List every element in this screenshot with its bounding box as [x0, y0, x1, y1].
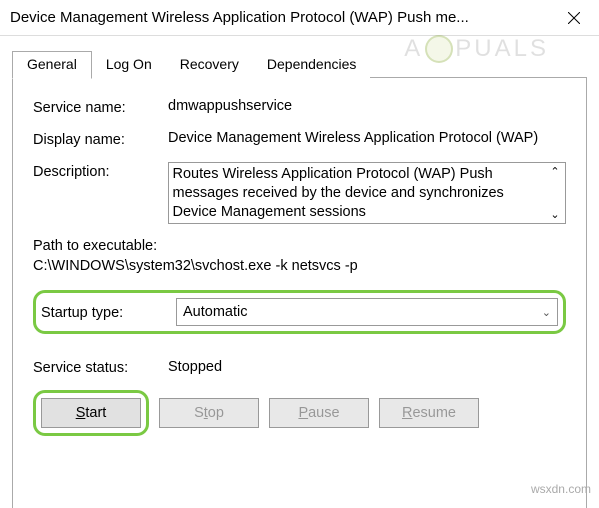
path-label: Path to executable:	[33, 238, 566, 254]
chevron-down-icon: ⌄	[542, 306, 551, 319]
scroll-down-icon[interactable]: ⌄	[547, 208, 563, 221]
tab-general[interactable]: General	[12, 51, 92, 79]
service-button-row: Start Stop Pause Resume	[33, 390, 566, 436]
tab-content-general: Service name: dmwappushservice Display n…	[12, 78, 587, 508]
service-status-label: Service status:	[33, 358, 168, 376]
tab-log-on[interactable]: Log On	[92, 51, 166, 78]
description-text: Routes Wireless Application Protocol (WA…	[169, 163, 546, 223]
startup-type-select[interactable]: Automatic ⌄	[176, 298, 558, 326]
service-status-value: Stopped	[168, 359, 566, 375]
display-name-value: Device Management Wireless Application P…	[168, 130, 566, 146]
service-name-label: Service name:	[33, 98, 168, 116]
row-description: Description: Routes Wireless Application…	[33, 162, 566, 224]
window-title: Device Management Wireless Application P…	[10, 9, 549, 26]
startup-type-value: Automatic	[183, 304, 247, 320]
start-button[interactable]: Start	[41, 398, 141, 428]
path-value: C:\WINDOWS\system32\svchost.exe -k netsv…	[33, 258, 566, 274]
startup-type-label: Startup type:	[41, 303, 176, 321]
close-icon	[568, 12, 580, 24]
row-path: Path to executable: C:\WINDOWS\system32\…	[33, 238, 566, 274]
row-display-name: Display name: Device Management Wireless…	[33, 130, 566, 148]
description-scrollbar[interactable]: ⌃ ⌄	[545, 163, 565, 223]
scroll-up-icon[interactable]: ⌃	[547, 165, 563, 178]
pause-button: Pause	[269, 398, 369, 428]
tab-row: General Log On Recovery Dependencies	[12, 48, 587, 78]
start-button-highlight: Start	[33, 390, 149, 436]
display-name-label: Display name:	[33, 130, 168, 148]
row-service-name: Service name: dmwappushservice	[33, 98, 566, 116]
close-button[interactable]	[549, 0, 599, 36]
stop-button: Stop	[159, 398, 259, 428]
tab-dependencies[interactable]: Dependencies	[253, 51, 371, 78]
description-label: Description:	[33, 162, 168, 180]
row-service-status: Service status: Stopped	[33, 358, 566, 376]
row-startup-type: Startup type: Automatic ⌄	[33, 290, 566, 334]
service-name-value: dmwappushservice	[168, 98, 566, 114]
window-titlebar: Device Management Wireless Application P…	[0, 0, 599, 36]
resume-button: Resume	[379, 398, 479, 428]
tab-recovery[interactable]: Recovery	[166, 51, 253, 78]
description-box: Routes Wireless Application Protocol (WA…	[168, 162, 567, 224]
